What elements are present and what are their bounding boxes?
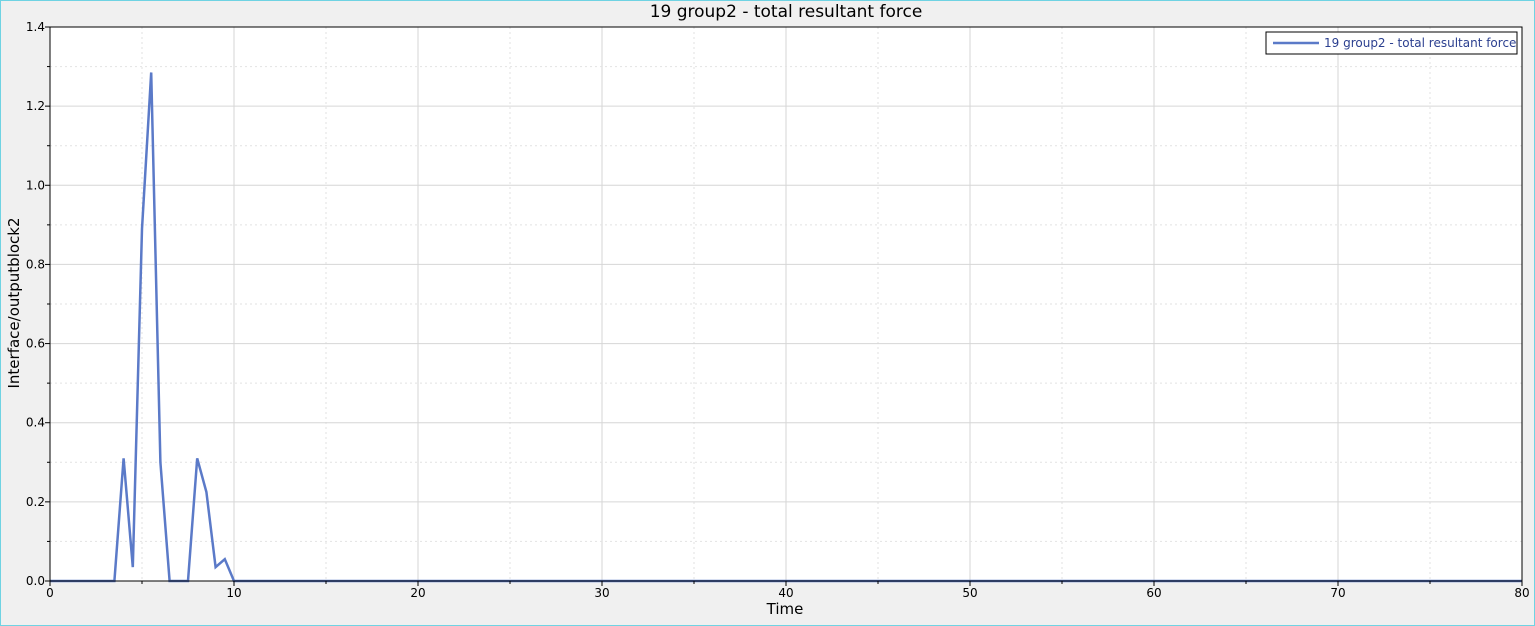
x-tick-label: 30 (594, 586, 609, 600)
chart: 0 10 20 30 40 50 60 70 80 0.0 0.2 0.4 0.6 0.8 1.0 1.2 1.… (5, 2, 1530, 618)
x-tick-label: 20 (410, 586, 425, 600)
x-tick-label: 60 (1146, 586, 1161, 600)
x-tick-label: 50 (962, 586, 977, 600)
x-tick-label: 0 (46, 586, 54, 600)
chart-title: 19 group2 - total resultant force (650, 2, 923, 22)
y-tick-label: 1.4 (26, 20, 45, 34)
y-tick-label: 0.0 (26, 574, 45, 588)
x-tick-label: 40 (778, 586, 793, 600)
y-tick-label: 0.6 (26, 337, 45, 351)
chart-window: 0 10 20 30 40 50 60 70 80 0.0 0.2 0.4 0.6 0.8 1.0 1.2 1.… (0, 0, 1535, 626)
x-axis-label: Time (766, 600, 804, 618)
x-tick-label: 70 (1330, 586, 1345, 600)
x-tick-label: 10 (226, 586, 241, 600)
y-tick-label: 1.2 (26, 99, 45, 113)
y-tick-label: 0.8 (26, 257, 45, 271)
x-tick-label: 80 (1514, 586, 1529, 600)
y-tick-label: 1.0 (26, 178, 45, 192)
legend-entry: 19 group2 - total resultant force (1324, 36, 1516, 50)
y-tick-label: 0.2 (26, 495, 45, 509)
y-tick-label: 0.4 (26, 416, 45, 430)
legend: 19 group2 - total resultant force (1265, 31, 1518, 55)
y-axis-label: Interface/outputblock2 (5, 217, 23, 388)
